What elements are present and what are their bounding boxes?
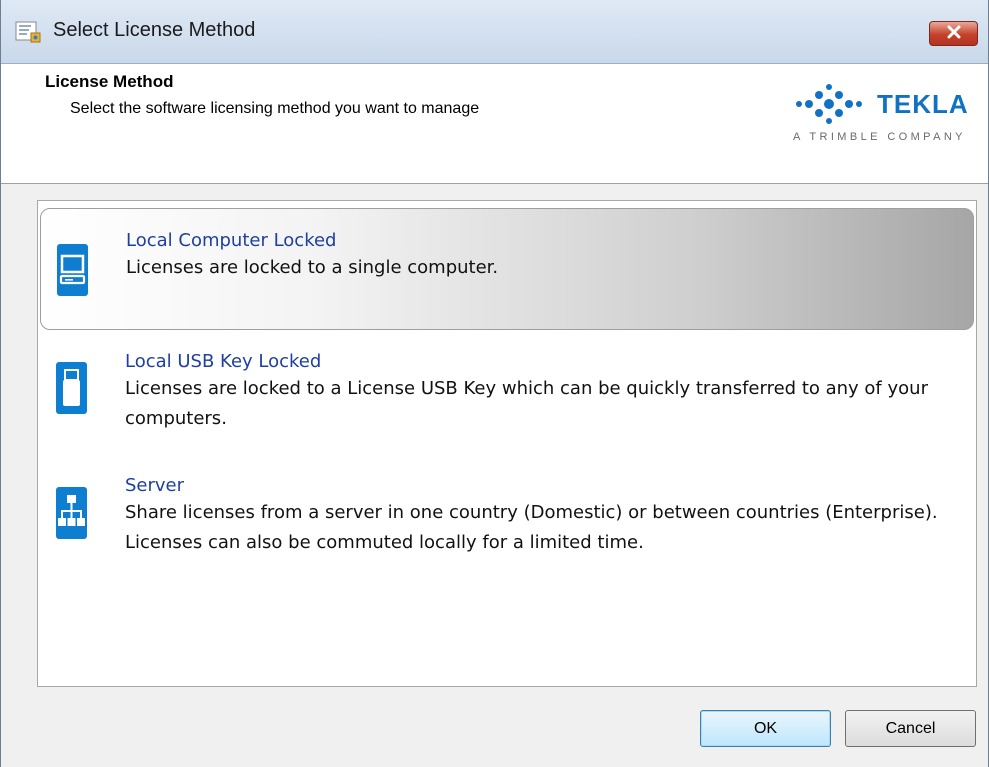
header-subtitle: Select the software licensing method you… [70,100,480,117]
header-title: License Method [45,72,174,91]
logo-tagline: A TRIMBLE COMPANY [793,131,966,143]
window-title: Select License Method [53,19,256,41]
option-title: Server [125,475,185,496]
option-title: Local USB Key Locked [125,351,322,372]
close-button[interactable] [929,21,978,46]
option-title: Local Computer Locked [126,230,337,251]
dialog-header: License Method Select the software licen… [1,64,988,184]
option-description: Licenses are locked to a single computer… [126,257,499,278]
option-description: Licenses are locked to a License USB Key… [125,378,928,429]
usb-key-icon [56,362,87,414]
license-app-icon [15,21,41,43]
license-method-list: Local Computer Locked Licenses are locke… [37,200,977,687]
close-icon [946,24,962,43]
computer-icon [57,244,88,296]
option-server[interactable]: Server Share licenses from a server in o… [40,469,974,579]
cancel-button[interactable]: Cancel [845,710,976,747]
option-local-usb-key-locked[interactable]: Local USB Key Locked Licenses are locked… [40,343,974,453]
tekla-logo: TEKLA A TRIMBLE COMPANY [791,76,981,156]
logo-brand: TEKLA [877,89,969,119]
option-local-computer-locked[interactable]: Local Computer Locked Licenses are locke… [40,208,974,330]
server-icon [56,487,87,539]
option-description: Share licenses from a server in one coun… [125,502,938,553]
tekla-logo-mark [796,84,862,124]
license-method-dialog: Select License Method License Method Sel… [0,0,989,767]
title-bar: Select License Method [1,0,988,64]
ok-button[interactable]: OK [700,710,831,747]
